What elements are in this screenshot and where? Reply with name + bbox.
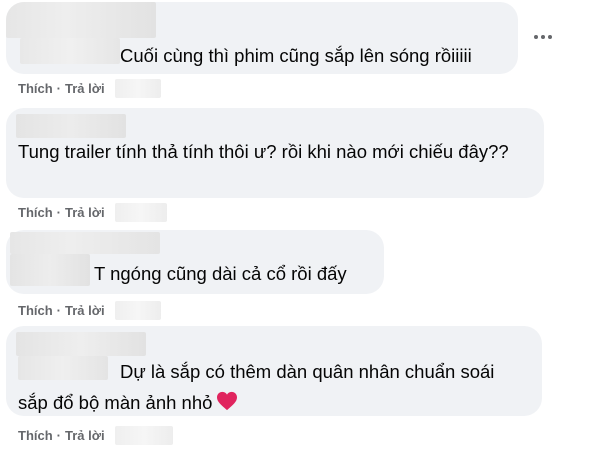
separator: ·	[56, 80, 62, 96]
comment-actions: Thích · Trả lời	[18, 78, 161, 98]
comment-text: Dự là sắp có thêm dàn quân nhân chuẩn so…	[18, 356, 518, 418]
heart-icon	[217, 391, 238, 411]
comment-text-content: Dự là sắp có thêm dàn quân nhân chuẩn so…	[18, 361, 500, 413]
reply-link[interactable]: Trả lời	[65, 428, 105, 443]
commenter-name-blurred	[10, 254, 90, 286]
reply-link[interactable]: Trả lời	[65, 303, 105, 318]
commenter-name-blurred	[16, 332, 146, 356]
more-options-button[interactable]	[530, 28, 556, 46]
comment-actions: Thích · Trả lời	[18, 202, 167, 222]
timestamp-blurred	[114, 300, 161, 320]
comment-text: Cuối cùng thì phim cũng sắp lên sóng rồi…	[120, 45, 472, 66]
comment-bubble: Tung trailer tính thả tính thôi ư? rồi k…	[6, 108, 544, 198]
timestamp-blurred	[114, 425, 173, 445]
more-options-icon	[534, 35, 538, 39]
timestamp-blurred	[114, 202, 167, 222]
separator: ·	[56, 204, 62, 220]
comment-actions: Thích · Trả lời	[18, 300, 161, 320]
comment-text: T ngóng cũng dài cả cổ rồi đấy	[94, 263, 347, 284]
commenter-name-blurred	[16, 114, 126, 138]
comment-actions: Thích · Trả lời	[18, 425, 173, 445]
separator: ·	[56, 427, 62, 443]
comment-bubble: Dự là sắp có thêm dàn quân nhân chuẩn so…	[6, 326, 542, 416]
timestamp-blurred	[114, 78, 161, 98]
comment-bubble: T ngóng cũng dài cả cổ rồi đấy	[6, 230, 384, 294]
like-link[interactable]: Thích	[18, 303, 53, 318]
commenter-name-blurred	[20, 38, 120, 64]
reply-link[interactable]: Trả lời	[65, 205, 105, 220]
commenter-name-blurred	[10, 232, 160, 254]
like-link[interactable]: Thích	[18, 428, 53, 443]
comment-text: Tung trailer tính thả tính thôi ư? rồi k…	[18, 141, 509, 162]
commenter-name-blurred	[6, 2, 156, 38]
separator: ·	[56, 302, 62, 318]
like-link[interactable]: Thích	[18, 205, 53, 220]
comment-bubble: Cuối cùng thì phim cũng sắp lên sóng rồi…	[6, 2, 518, 74]
reply-link[interactable]: Trả lời	[65, 81, 105, 96]
like-link[interactable]: Thích	[18, 81, 53, 96]
